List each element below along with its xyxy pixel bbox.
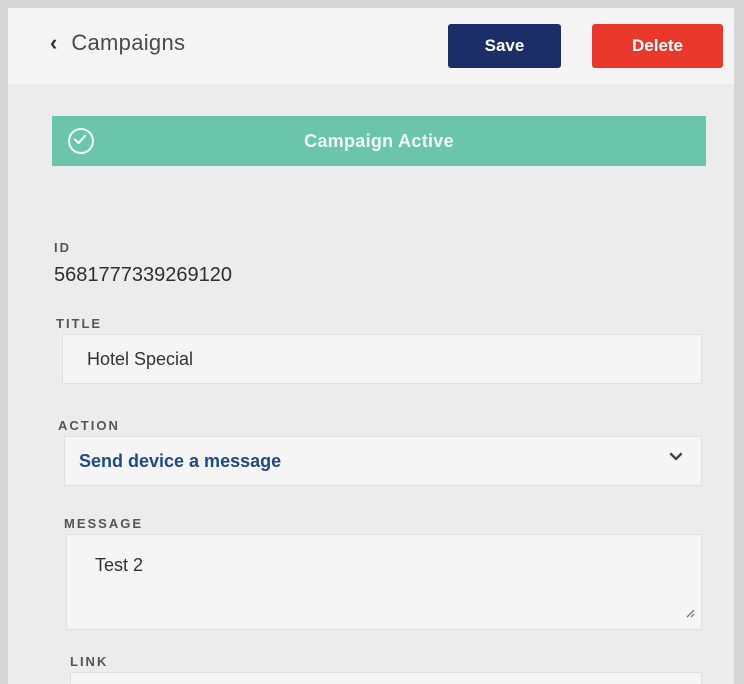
id-value: 5681777339269120 <box>54 264 232 286</box>
chevron-left-icon: ‹ <box>50 30 58 55</box>
message-label: MESSAGE <box>64 516 144 531</box>
save-button[interactable]: Save <box>448 24 561 68</box>
campaign-editor: ‹ Campaigns Save Delete Campaign Active … <box>8 8 734 684</box>
action-label: ACTION <box>58 418 120 433</box>
back-to-campaigns[interactable]: ‹ Campaigns <box>50 30 185 56</box>
action-value: Send device a message <box>79 451 282 471</box>
title-value: Hotel Special <box>87 349 194 369</box>
message-textarea[interactable]: Test 2 <box>66 534 702 630</box>
delete-button[interactable]: Delete <box>592 24 723 68</box>
id-label: ID <box>54 240 71 255</box>
resize-handle-icon[interactable] <box>685 605 695 623</box>
link-field[interactable] <box>70 672 702 684</box>
top-bar: ‹ Campaigns Save Delete <box>8 8 734 84</box>
title-field[interactable]: Hotel Special <box>62 334 702 384</box>
link-label: LINK <box>70 654 109 669</box>
status-banner: Campaign Active <box>52 116 706 166</box>
chevron-down-icon <box>669 449 683 467</box>
check-circle-icon <box>68 128 94 154</box>
breadcrumb-campaigns: Campaigns <box>71 30 186 55</box>
action-select[interactable]: Send device a message <box>64 436 702 486</box>
status-text: Campaign Active <box>304 130 454 151</box>
message-value: Test 2 <box>95 555 144 575</box>
title-label: TITLE <box>56 316 103 331</box>
